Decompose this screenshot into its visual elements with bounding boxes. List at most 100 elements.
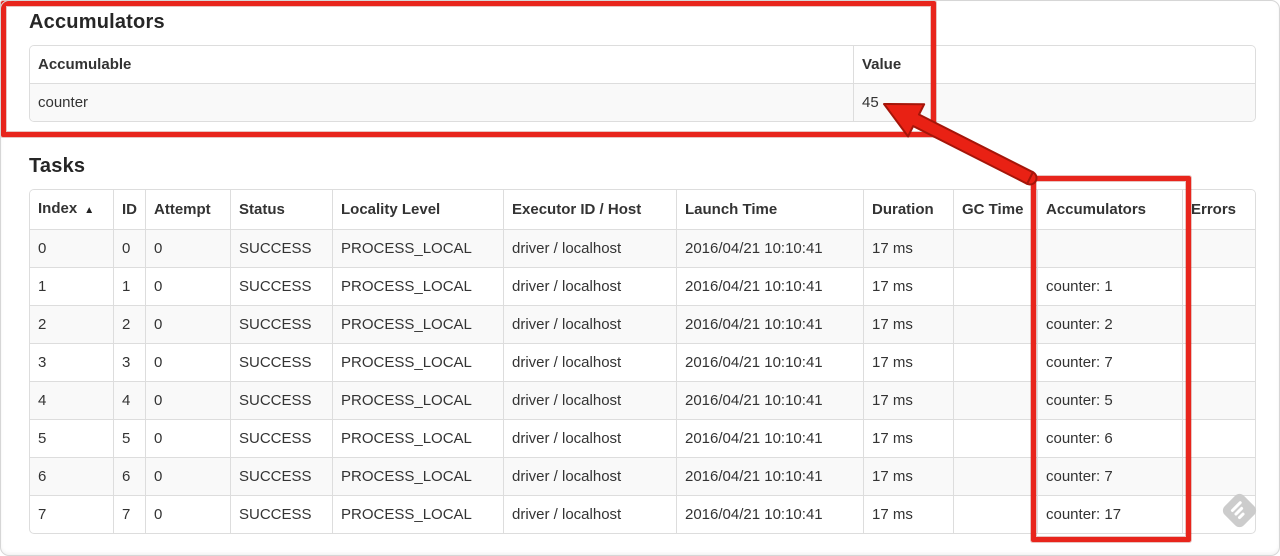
table-cell: driver / localhost xyxy=(504,344,677,382)
table-cell: 0 xyxy=(146,230,231,268)
table-header-row: Index ▲ ID Attempt Status Locality Level … xyxy=(30,190,1255,230)
table-cell: 6 xyxy=(114,458,146,496)
column-header-duration[interactable]: Duration xyxy=(864,190,954,230)
table-cell: SUCCESS xyxy=(231,344,333,382)
column-header-status[interactable]: Status xyxy=(231,190,333,230)
table-cell xyxy=(1183,382,1255,420)
table-row: counter 45 xyxy=(30,84,1255,121)
table-row: 5 5 0 SUCCESS PROCESS_LOCAL driver / localhos… xyxy=(30,420,1255,458)
table-cell: counter: 7 xyxy=(1038,458,1183,496)
table-cell: counter: 5 xyxy=(1038,382,1183,420)
table-cell: 7 xyxy=(30,496,114,533)
column-header-launch-time[interactable]: Launch Time xyxy=(677,190,864,230)
table-cell: 2 xyxy=(114,306,146,344)
column-header-executor-id-host[interactable]: Executor ID / Host xyxy=(504,190,677,230)
table-header-row: Accumulable Value xyxy=(30,46,1255,84)
table-cell xyxy=(954,306,1038,344)
table-cell: driver / localhost xyxy=(504,230,677,268)
table-cell: 17 ms xyxy=(864,420,954,458)
table-row: 1 1 0 SUCCESS PROCESS_LOCAL driver / localhos… xyxy=(30,268,1255,306)
table-cell xyxy=(954,458,1038,496)
table-cell: 2016/04/21 10:10:41 xyxy=(677,268,864,306)
feedly-watermark-icon xyxy=(1218,489,1260,531)
table-cell xyxy=(954,230,1038,268)
table-cell: PROCESS_LOCAL xyxy=(333,382,504,420)
table-cell xyxy=(1183,230,1255,268)
table-cell: counter: 17 xyxy=(1038,496,1183,533)
table-cell: counter: 6 xyxy=(1038,420,1183,458)
column-header-attempt[interactable]: Attempt xyxy=(146,190,231,230)
accumulable-name-cell: counter xyxy=(30,84,854,121)
table-cell: 17 ms xyxy=(864,458,954,496)
table-cell: counter: 7 xyxy=(1038,344,1183,382)
table-cell: PROCESS_LOCAL xyxy=(333,458,504,496)
table-cell: 1 xyxy=(114,268,146,306)
table-cell: SUCCESS xyxy=(231,268,333,306)
column-header-index-label: Index xyxy=(38,200,78,217)
table-cell: 2016/04/21 10:10:41 xyxy=(677,230,864,268)
table-cell: 17 ms xyxy=(864,382,954,420)
table-cell: PROCESS_LOCAL xyxy=(333,496,504,533)
table-cell: 1 xyxy=(30,268,114,306)
table-cell: 7 xyxy=(114,496,146,533)
table-cell: 2 xyxy=(30,306,114,344)
accumulators-table: Accumulable Value counter 45 xyxy=(29,45,1256,122)
tasks-table: Index ▲ ID Attempt Status Locality Level … xyxy=(29,189,1256,534)
table-cell: PROCESS_LOCAL xyxy=(333,420,504,458)
table-cell xyxy=(954,496,1038,533)
table-row: 4 4 0 SUCCESS PROCESS_LOCAL driver / localhos… xyxy=(30,382,1255,420)
accumulable-value-cell: 45 xyxy=(862,94,879,111)
table-cell: 0 xyxy=(146,344,231,382)
table-cell: 2016/04/21 10:10:41 xyxy=(677,344,864,382)
table-row: 7 7 0 SUCCESS PROCESS_LOCAL driver / localhos… xyxy=(30,496,1255,533)
tasks-table-body: 0 0 0 SUCCESS PROCESS_LOCAL driver / localhos… xyxy=(30,230,1255,533)
column-header-index[interactable]: Index ▲ xyxy=(30,190,114,230)
tasks-table-grid: Index ▲ ID Attempt Status Locality Level … xyxy=(30,190,1255,533)
table-cell xyxy=(954,268,1038,306)
table-cell: 6 xyxy=(30,458,114,496)
table-cell: 0 xyxy=(146,382,231,420)
table-cell: 17 ms xyxy=(864,230,954,268)
column-header-accumulators[interactable]: Accumulators xyxy=(1038,190,1183,230)
table-cell xyxy=(1183,268,1255,306)
column-header-errors[interactable]: Errors xyxy=(1183,190,1255,230)
table-cell xyxy=(954,344,1038,382)
table-cell: 2016/04/21 10:10:41 xyxy=(677,306,864,344)
table-cell: 17 ms xyxy=(864,496,954,533)
table-cell: SUCCESS xyxy=(231,496,333,533)
table-row: 0 0 0 SUCCESS PROCESS_LOCAL driver / localhos… xyxy=(30,230,1255,268)
table-cell: 17 ms xyxy=(864,306,954,344)
table-cell: 0 xyxy=(146,268,231,306)
table-cell: driver / localhost xyxy=(504,496,677,533)
table-cell: SUCCESS xyxy=(231,458,333,496)
tasks-section-heading: Tasks xyxy=(29,155,86,177)
table-cell xyxy=(954,382,1038,420)
table-cell: counter: 1 xyxy=(1038,268,1183,306)
column-header-gc-time[interactable]: GC Time xyxy=(954,190,1038,230)
table-cell: 0 xyxy=(146,458,231,496)
table-cell: PROCESS_LOCAL xyxy=(333,268,504,306)
table-row: 3 3 0 SUCCESS PROCESS_LOCAL driver / localhos… xyxy=(30,344,1255,382)
table-cell: 0 xyxy=(114,230,146,268)
table-cell: driver / localhost xyxy=(504,268,677,306)
table-cell: 5 xyxy=(30,420,114,458)
table-cell: SUCCESS xyxy=(231,306,333,344)
table-cell: driver / localhost xyxy=(504,382,677,420)
column-header-locality-level[interactable]: Locality Level xyxy=(333,190,504,230)
accumulators-section-heading: Accumulators xyxy=(29,11,165,33)
sort-ascending-icon: ▲ xyxy=(84,205,95,216)
table-cell: driver / localhost xyxy=(504,420,677,458)
watermark-diamond xyxy=(1220,491,1259,530)
table-cell: 4 xyxy=(114,382,146,420)
table-cell: SUCCESS xyxy=(231,382,333,420)
column-header-id[interactable]: ID xyxy=(114,190,146,230)
table-cell xyxy=(1038,230,1183,268)
table-cell: SUCCESS xyxy=(231,420,333,458)
table-cell: 2016/04/21 10:10:41 xyxy=(677,420,864,458)
table-cell: 5 xyxy=(114,420,146,458)
table-cell: 2016/04/21 10:10:41 xyxy=(677,458,864,496)
table-cell: PROCESS_LOCAL xyxy=(333,344,504,382)
table-cell: 3 xyxy=(30,344,114,382)
table-cell: 17 ms xyxy=(864,268,954,306)
table-cell: PROCESS_LOCAL xyxy=(333,230,504,268)
